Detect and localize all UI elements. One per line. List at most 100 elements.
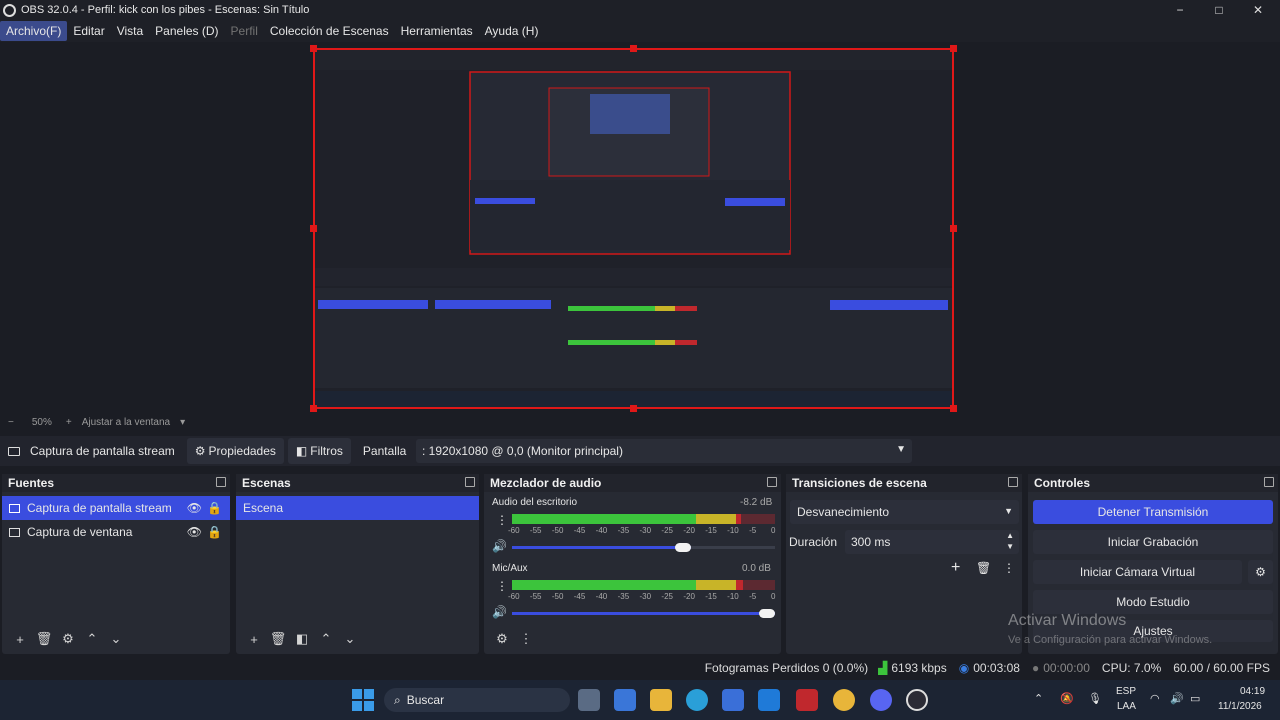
- volume-slider-handle[interactable]: [759, 609, 775, 618]
- discord-icon[interactable]: [870, 689, 892, 711]
- spin-down-icon[interactable]: ▼: [1006, 542, 1014, 551]
- lock-icon[interactable]: 🔒: [207, 501, 222, 515]
- undock-icon[interactable]: [216, 477, 226, 487]
- menu-editar[interactable]: Editar: [67, 21, 110, 41]
- resize-handle-s[interactable]: [630, 405, 637, 412]
- menu-ayuda[interactable]: Ayuda (H): [479, 21, 545, 41]
- zoom-out-button[interactable]: −: [8, 417, 14, 428]
- eye-icon[interactable]: 👁: [187, 525, 202, 539]
- windows-start-icon[interactable]: [352, 689, 374, 711]
- taskbar-search[interactable]: ⌕ Buscar: [384, 688, 570, 712]
- menu-archivo[interactable]: Archivo(F): [0, 21, 68, 41]
- chevron-up-icon[interactable]: ⌃: [1034, 692, 1043, 705]
- menu-paneles[interactable]: Paneles (D): [149, 21, 224, 41]
- menu-vista[interactable]: Vista: [111, 21, 149, 41]
- filter-icon[interactable]: ◧: [290, 629, 314, 649]
- volume-slider-track[interactable]: [512, 612, 775, 615]
- display-select[interactable]: : 1920x1080 @ 0,0 (Monitor principal) ▼: [416, 439, 912, 463]
- duration-spinbox[interactable]: 300 ms ▲ ▼: [845, 530, 1019, 554]
- meter-tick-label: -40: [595, 592, 608, 601]
- properties-button[interactable]: ⚙ Propiedades: [186, 438, 284, 464]
- resize-handle-n[interactable]: [630, 45, 637, 52]
- undock-icon[interactable]: [767, 477, 777, 487]
- preview-source-capture[interactable]: [313, 48, 954, 409]
- resize-handle-w[interactable]: [310, 225, 317, 232]
- battery-icon[interactable]: ▭: [1190, 692, 1200, 705]
- source-row[interactable]: Captura de ventana 👁 🔒: [2, 520, 230, 544]
- more-options-icon[interactable]: ⋮: [514, 629, 538, 649]
- trash-icon[interactable]: 🗑: [266, 629, 290, 649]
- task-view-icon[interactable]: [578, 689, 600, 711]
- resize-handle-e[interactable]: [950, 225, 957, 232]
- volume-slider-track[interactable]: [512, 546, 775, 549]
- undock-icon[interactable]: [1264, 477, 1274, 487]
- resize-handle-se[interactable]: [950, 405, 957, 412]
- undock-icon[interactable]: [1008, 477, 1018, 487]
- more-options-icon[interactable]: ⋮: [496, 579, 508, 593]
- language-top[interactable]: ESP: [1116, 686, 1136, 697]
- volume-icon[interactable]: 🔊: [1170, 692, 1184, 705]
- speaker-icon[interactable]: 🔊: [492, 539, 507, 553]
- trash-icon[interactable]: 🗑: [976, 561, 991, 575]
- volume-slider-handle[interactable]: [674, 543, 691, 552]
- move-down-icon[interactable]: ⌄: [338, 629, 362, 649]
- taskbar-date[interactable]: 11/1/2026: [1218, 701, 1262, 712]
- studio-mode-button[interactable]: Modo Estudio: [1033, 590, 1273, 614]
- stop-streaming-button[interactable]: Detener Transmisión: [1033, 500, 1273, 524]
- zoom-fit-label[interactable]: Ajustar a la ventana: [82, 417, 170, 428]
- minimize-button[interactable]: −: [1161, 0, 1199, 20]
- move-up-icon[interactable]: ⌃: [80, 629, 104, 649]
- resize-handle-sw[interactable]: [310, 405, 317, 412]
- scene-row[interactable]: Escena: [236, 496, 479, 520]
- menu-coleccion-escenas[interactable]: Colección de Escenas: [264, 21, 395, 41]
- zoom-in-button[interactable]: +: [66, 417, 72, 428]
- edge-icon[interactable]: [686, 689, 708, 711]
- speaker-icon[interactable]: 🔊: [492, 605, 507, 619]
- wifi-icon[interactable]: ◠: [1150, 692, 1160, 705]
- gear-icon[interactable]: ⚙: [490, 629, 514, 649]
- add-transition-icon[interactable]: +: [951, 559, 960, 577]
- maximize-button[interactable]: □: [1200, 0, 1238, 20]
- transition-select[interactable]: Desvanecimiento ▼: [790, 500, 1019, 524]
- lock-icon[interactable]: 🔒: [207, 525, 222, 539]
- add-icon[interactable]: +: [8, 629, 32, 649]
- trash-icon[interactable]: 🗑: [32, 629, 56, 649]
- source-name-label: Captura de pantalla stream: [30, 444, 175, 458]
- move-up-icon[interactable]: ⌃: [314, 629, 338, 649]
- obs-taskbar-icon[interactable]: [906, 689, 928, 711]
- app-icon[interactable]: [796, 689, 818, 711]
- close-button[interactable]: ✕: [1239, 0, 1277, 20]
- sources-dock: Fuentes Captura de pantalla stream 👁 🔒 C…: [2, 474, 230, 654]
- microphone-icon[interactable]: 🎙: [1088, 692, 1102, 705]
- undock-icon[interactable]: [465, 477, 475, 487]
- meter-tick-label: -30: [639, 526, 652, 535]
- add-icon[interactable]: +: [242, 629, 266, 649]
- chrome-icon[interactable]: [833, 689, 855, 711]
- taskbar-time[interactable]: 04:19: [1240, 686, 1265, 697]
- spin-up-icon[interactable]: ▲: [1006, 531, 1014, 540]
- search-icon: ⌕: [394, 692, 401, 707]
- copilot-icon[interactable]: [614, 689, 636, 711]
- resize-handle-ne[interactable]: [950, 45, 957, 52]
- start-virtual-camera-button[interactable]: Iniciar Cámara Virtual: [1033, 560, 1242, 584]
- file-explorer-icon[interactable]: [650, 689, 672, 711]
- language-bottom[interactable]: LAA: [1117, 701, 1136, 712]
- menu-perfil[interactable]: Perfil: [225, 21, 264, 41]
- resize-handle-nw[interactable]: [310, 45, 317, 52]
- source-row[interactable]: Captura de pantalla stream 👁 🔒: [2, 496, 230, 520]
- virtual-camera-settings-button[interactable]: ⚙: [1248, 560, 1273, 584]
- duration-label: Duración: [789, 535, 838, 549]
- start-recording-button[interactable]: Iniciar Grabación: [1033, 530, 1273, 554]
- meter-tick-label: -55: [529, 592, 542, 601]
- mute-bell-icon[interactable]: 🔕: [1060, 692, 1074, 705]
- store-icon[interactable]: [722, 689, 744, 711]
- chevron-down-icon[interactable]: ▾: [180, 417, 185, 428]
- gear-icon[interactable]: ⚙: [56, 629, 80, 649]
- eye-icon[interactable]: 👁: [187, 501, 202, 515]
- more-options-icon[interactable]: ⋮: [1003, 561, 1015, 575]
- more-options-icon[interactable]: ⋮: [496, 513, 508, 527]
- filters-button[interactable]: ◧ Filtros: [287, 438, 351, 464]
- move-down-icon[interactable]: ⌄: [104, 629, 128, 649]
- menu-herramientas[interactable]: Herramientas: [395, 21, 479, 41]
- mail-icon[interactable]: [758, 689, 780, 711]
